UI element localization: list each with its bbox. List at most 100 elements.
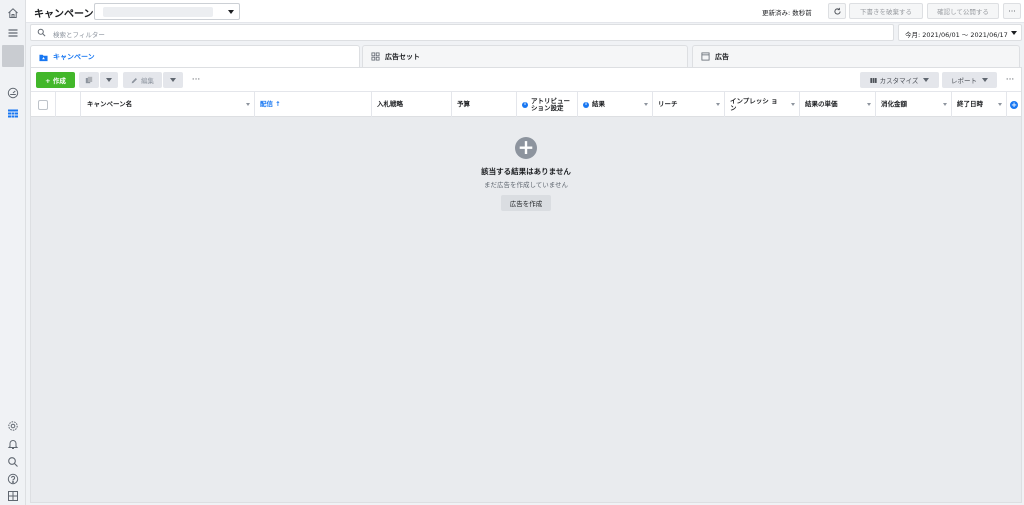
- dashboard-gauge-icon[interactable]: [6, 86, 20, 100]
- chevron-down-icon: [867, 103, 871, 106]
- select-all-cell: [31, 92, 56, 117]
- edit-dropdown[interactable]: [163, 72, 183, 88]
- tab-ads[interactable]: 広告: [692, 45, 1020, 67]
- add-column-cell: +: [1007, 92, 1021, 117]
- home-icon[interactable]: [6, 6, 20, 20]
- date-range-label: 今月: 2021/06/01 〜 2021/06/17: [905, 31, 1008, 39]
- column-header-budget[interactable]: 予算: [452, 92, 517, 117]
- reports-label: レポート: [951, 77, 977, 85]
- column-header-delivery[interactable]: 配信 ↑: [255, 92, 372, 117]
- account-selector[interactable]: [94, 3, 240, 20]
- top-bar: キャンペーン 更新済み: 数秒前 下書きを破棄する 確認して公開する ···: [26, 0, 1024, 23]
- column-label-budget: 予算: [457, 100, 470, 108]
- ad-window-icon: [701, 52, 710, 61]
- left-nav-rail: [0, 0, 26, 505]
- column-header-cost-per-result[interactable]: 結果の単価: [800, 92, 876, 117]
- create-ad-button[interactable]: 広告を作成: [501, 195, 551, 211]
- column-header-amount-spent[interactable]: 消化金額: [876, 92, 952, 117]
- column-label-bid-strategy: 入札戦略: [377, 100, 403, 108]
- duplicate-icon: [85, 76, 93, 84]
- duplicate-dropdown[interactable]: [100, 72, 118, 88]
- help-icon[interactable]: [6, 472, 20, 486]
- column-label-reach: リーチ: [658, 100, 678, 108]
- create-button[interactable]: + 作成: [36, 72, 75, 88]
- column-header-bid-strategy[interactable]: 入札戦略: [372, 92, 452, 117]
- column-label-results: 結果: [592, 100, 605, 108]
- info-icon: i: [583, 101, 589, 108]
- column-label-amount-spent: 消化金額: [881, 100, 907, 108]
- columns-icon: [869, 77, 877, 83]
- column-label-ends: 終了日時: [957, 100, 983, 108]
- edit-button-label: 編集: [141, 77, 154, 85]
- reports-button[interactable]: レポート: [942, 72, 997, 88]
- chevron-down-icon: [943, 103, 947, 106]
- notifications-bell-icon[interactable]: [6, 437, 20, 451]
- empty-state-subtitle: まだ広告を作成していません: [483, 181, 569, 189]
- refresh-button[interactable]: [828, 3, 846, 19]
- tab-campaigns[interactable]: キャンペーン: [30, 45, 360, 68]
- chevron-down-icon: [791, 103, 795, 106]
- search-filter-input[interactable]: 検索とフィルター: [30, 24, 894, 41]
- ads-manager-table-icon[interactable]: [6, 107, 20, 121]
- column-label-delivery: 配信 ↑: [260, 100, 281, 108]
- column-header-attribution[interactable]: i アトリビュー ション設定: [517, 92, 578, 117]
- chevron-down-icon: [923, 78, 930, 82]
- column-label-name: キャンペーン名: [87, 100, 133, 108]
- search-icon[interactable]: [6, 455, 20, 469]
- chevron-down-icon: [644, 103, 648, 106]
- column-header-ends[interactable]: 終了日時: [952, 92, 1007, 117]
- pencil-icon: [131, 77, 137, 83]
- more-options-button[interactable]: ···: [1003, 3, 1021, 19]
- more-options-button[interactable]: ···: [1002, 72, 1018, 88]
- tab-ads-label: 広告: [715, 52, 729, 61]
- toggle-column: [56, 92, 81, 117]
- panel-layout-icon[interactable]: [6, 489, 20, 503]
- tab-campaigns-label: キャンペーン: [53, 53, 95, 61]
- table-body: + 該当する結果はありません まだ広告を作成していません 広告を作成: [31, 117, 1021, 502]
- campaigns-panel: + 作成 編集 ··· カスタマイズ レポート ··· キャンペーン名 配信 ↑…: [30, 67, 1022, 503]
- search-row: 検索とフィルター 今月: 2021/06/01 〜 2021/06/17: [26, 23, 1024, 42]
- search-placeholder: 検索とフィルター: [53, 31, 105, 39]
- info-icon: i: [522, 101, 528, 108]
- chevron-down-icon: [170, 78, 176, 82]
- add-column-plus-icon[interactable]: +: [1010, 100, 1018, 109]
- tab-ad-sets[interactable]: 広告セット: [362, 45, 688, 67]
- select-all-checkbox[interactable]: [38, 99, 48, 110]
- customize-label: カスタマイズ: [879, 77, 919, 85]
- chevron-down-icon: [106, 78, 112, 82]
- more-actions-button[interactable]: ···: [188, 72, 204, 88]
- duplicate-button[interactable]: [79, 72, 99, 88]
- folder-icon: [39, 54, 48, 61]
- empty-state-title: 該当する結果はありません: [481, 167, 571, 176]
- empty-state: + 該当する結果はありません まだ広告を作成していません 広告を作成: [441, 137, 611, 211]
- plus-circle-icon: +: [515, 137, 537, 159]
- table-toolbar: + 作成 編集 ··· カスタマイズ レポート ···: [31, 68, 1021, 92]
- column-label-cost-per-result: 結果の単価: [805, 100, 838, 108]
- chevron-down-icon: [246, 103, 250, 106]
- chevron-down-icon: [228, 10, 234, 14]
- page-title: キャンペーン: [34, 9, 94, 20]
- edit-button[interactable]: 編集: [123, 72, 162, 88]
- column-label-attribution: アトリビュー ション設定: [531, 96, 570, 112]
- chevron-down-icon: [716, 103, 720, 106]
- account-avatar[interactable]: [2, 45, 24, 67]
- last-updated-status: 更新済み: 数秒前: [762, 9, 812, 17]
- chevron-down-icon: [1011, 31, 1017, 35]
- column-header-results[interactable]: i 結果: [578, 92, 653, 117]
- account-name-redacted: [103, 7, 213, 17]
- review-publish-button[interactable]: 確認して公開する: [927, 3, 999, 19]
- discard-drafts-button[interactable]: 下書きを破棄する: [849, 3, 923, 19]
- date-range-picker[interactable]: 今月: 2021/06/01 〜 2021/06/17: [898, 24, 1022, 41]
- refresh-icon: [833, 7, 841, 15]
- level-tabs: キャンペーン 広告セット 広告: [26, 45, 1024, 68]
- chevron-down-icon: [998, 103, 1002, 106]
- settings-gear-icon[interactable]: [6, 419, 20, 433]
- search-icon: [37, 28, 46, 37]
- column-header-reach[interactable]: リーチ: [653, 92, 725, 117]
- column-header-impressions[interactable]: インプレッシ ョン: [725, 92, 800, 117]
- table-header: キャンペーン名 配信 ↑ 入札戦略 予算 i アトリビュー ション設定 i 結果…: [31, 92, 1021, 117]
- column-label-impressions: インプレッシ ョン: [730, 96, 778, 112]
- menu-icon[interactable]: [6, 26, 20, 40]
- customize-columns-button[interactable]: カスタマイズ: [860, 72, 939, 88]
- column-header-name[interactable]: キャンペーン名: [81, 92, 255, 117]
